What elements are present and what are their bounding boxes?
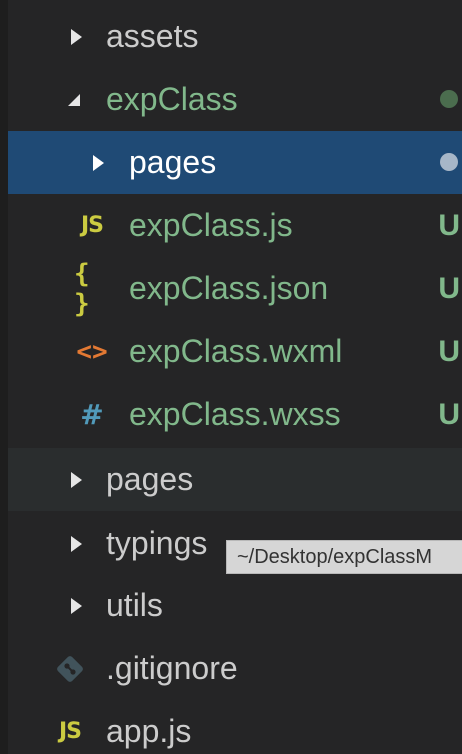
untracked-badge: U <box>438 398 460 431</box>
tree-item-label: utils <box>106 587 163 623</box>
tree-item-utils[interactable]: utils <box>8 574 462 637</box>
modified-status-dot <box>440 90 458 108</box>
css-file-icon: # <box>80 398 104 431</box>
chevron-right-icon <box>88 131 108 194</box>
chevron-right-icon <box>66 448 86 511</box>
tree-item-label: app.js <box>106 713 192 749</box>
untracked-badge: U <box>438 272 460 305</box>
untracked-badge: U <box>438 209 460 242</box>
tree-item-pages-nested[interactable]: pages <box>8 131 462 194</box>
tree-item-label: expClass.wxss <box>129 396 341 432</box>
path-tooltip: ~/Desktop/expClassM <box>226 540 462 574</box>
tree-item-label: .gitignore <box>106 650 238 686</box>
tree-item-label: expClass.js <box>129 207 293 243</box>
json-file-icon: { } <box>74 258 90 319</box>
tree-item-expclass-json[interactable]: { } expClass.json U <box>8 257 462 320</box>
tree-item-app-js[interactable]: JS app.js <box>8 700 462 754</box>
tree-item-expclass-wxss[interactable]: # expClass.wxss U <box>8 383 462 446</box>
tree-item-pages[interactable]: pages <box>8 448 462 511</box>
modified-status-dot <box>440 153 458 171</box>
tree-item-label: assets <box>106 18 199 54</box>
chevron-right-icon <box>66 5 86 68</box>
tree-item-label: typings <box>106 525 208 561</box>
tree-item-label: expClass <box>106 81 238 117</box>
tree-item-label: expClass.wxml <box>129 333 343 369</box>
chevron-down-icon <box>64 68 84 131</box>
tree-item-expclass-wxml[interactable]: <> expClass.wxml U <box>8 320 462 383</box>
tree-item-gitignore[interactable]: .gitignore <box>8 637 462 700</box>
activity-bar-edge <box>0 0 8 754</box>
untracked-badge: U <box>438 335 460 368</box>
tree-item-label: expClass.json <box>129 270 329 306</box>
tree-item-assets[interactable]: assets <box>8 5 462 68</box>
js-file-icon: JS <box>58 719 82 744</box>
js-file-icon: JS <box>80 213 104 238</box>
chevron-right-icon <box>66 574 86 637</box>
file-explorer-tree: assets expClass pages JS expClass.js U {… <box>0 0 462 754</box>
tree-item-expclass-js[interactable]: JS expClass.js U <box>8 194 462 257</box>
chevron-right-icon <box>66 512 86 575</box>
tree-item-label: pages <box>106 461 194 497</box>
xml-file-icon: <> <box>76 336 108 367</box>
git-icon <box>52 637 88 700</box>
tree-item-expclass-folder[interactable]: expClass <box>8 68 462 131</box>
tree-item-label: pages <box>129 144 217 180</box>
